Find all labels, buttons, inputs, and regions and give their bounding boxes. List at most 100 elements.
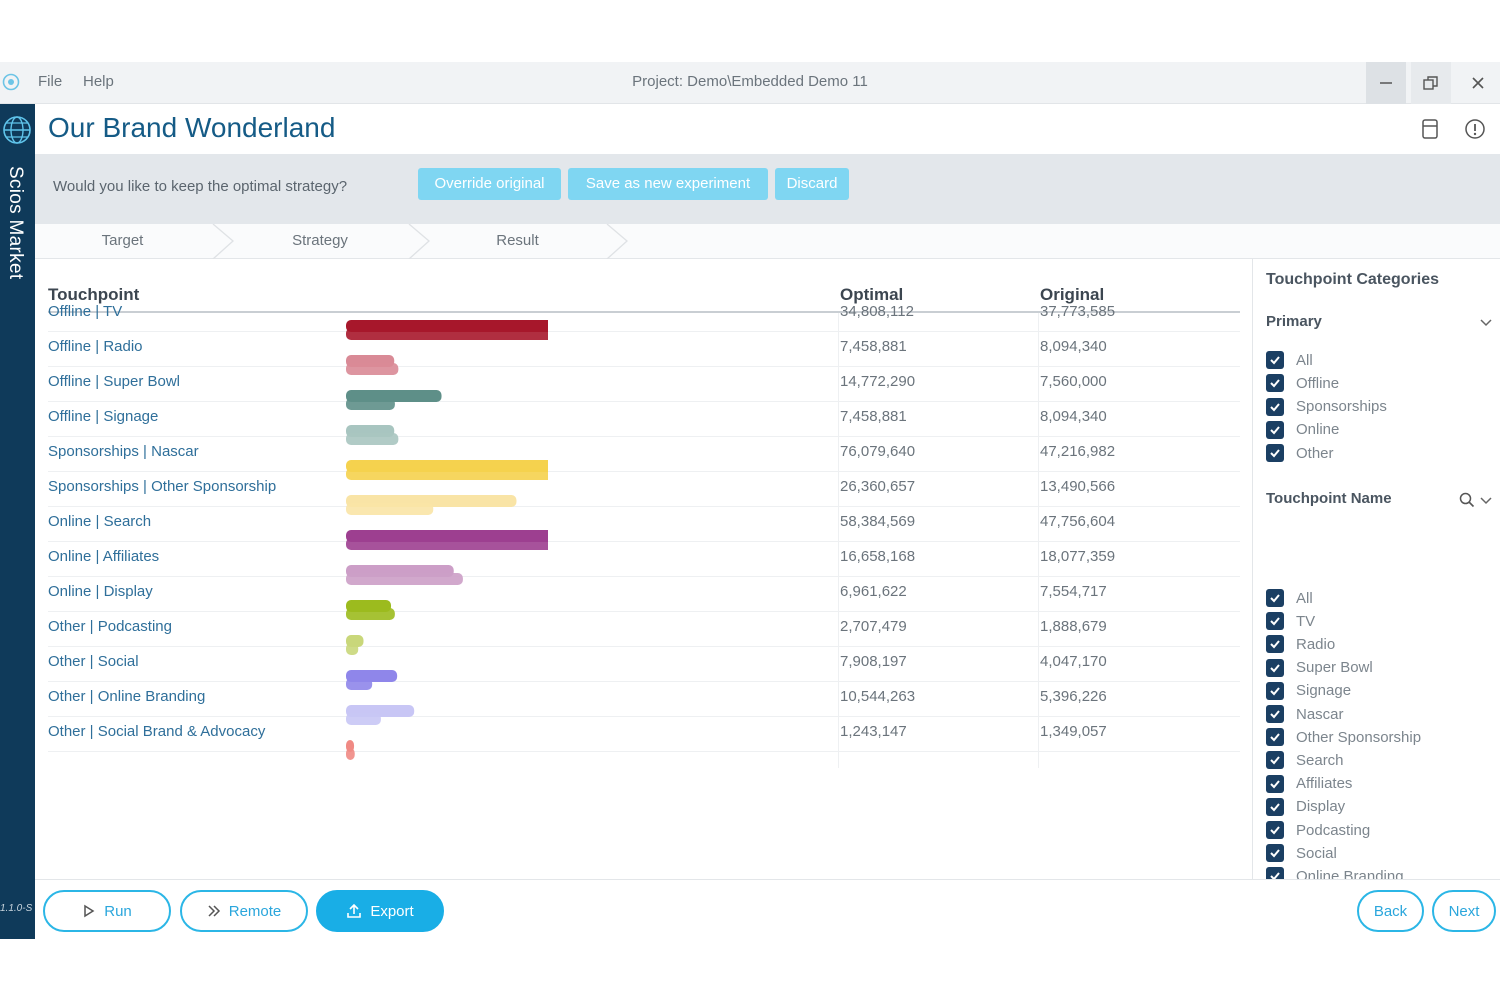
- run-button-label: Run: [104, 902, 132, 920]
- optimal-value: 2,707,479: [840, 618, 907, 635]
- checkbox[interactable]: [1266, 774, 1284, 793]
- original-bar: [346, 678, 373, 690]
- checkbox[interactable]: [1266, 681, 1284, 700]
- footer-bar: Run Remote Export Back Next: [35, 879, 1500, 939]
- checkbox-label: Sponsorships: [1296, 398, 1387, 416]
- step-separator-icon: [606, 224, 628, 259]
- remote-button[interactable]: Remote: [180, 890, 308, 932]
- checkbox[interactable]: [1266, 351, 1284, 369]
- filter-checkbox-row[interactable]: Sponsorships: [1266, 397, 1387, 417]
- export-button[interactable]: Export: [316, 890, 444, 932]
- back-button[interactable]: Back: [1357, 890, 1424, 932]
- filter-checkbox-row[interactable]: Affiliates: [1266, 774, 1352, 794]
- minimize-button[interactable]: [1366, 62, 1406, 104]
- touchpoint-name-section-label: Touchpoint Name: [1266, 490, 1392, 507]
- checkbox[interactable]: [1266, 705, 1284, 723]
- checkbox[interactable]: [1266, 612, 1284, 631]
- filter-checkbox-row[interactable]: Social: [1266, 843, 1337, 863]
- touchpoint-categories-panel: Touchpoint Categories Primary All Offline…: [1252, 259, 1500, 909]
- checkbox[interactable]: [1266, 751, 1284, 770]
- filter-checkbox-row[interactable]: Radio: [1266, 634, 1335, 654]
- minimize-icon: [1380, 82, 1392, 84]
- original-bar: [346, 608, 395, 620]
- filter-checkbox-row[interactable]: All: [1266, 350, 1313, 370]
- optimal-value: 26,360,657: [840, 478, 916, 495]
- next-button[interactable]: Next: [1432, 890, 1496, 932]
- filter-checkbox-row[interactable]: Display: [1266, 797, 1345, 817]
- checkbox-label: Offline: [1296, 374, 1340, 392]
- tab-strategy[interactable]: Strategy: [230, 224, 410, 258]
- optimal-value: 6,961,622: [840, 583, 907, 600]
- check-icon: [1270, 594, 1280, 603]
- original-value: 1,349,057: [1040, 723, 1107, 740]
- close-button[interactable]: [1458, 62, 1498, 104]
- info-icon[interactable]: [1464, 118, 1486, 140]
- globe-logo-icon[interactable]: [1, 114, 33, 146]
- checkbox-label: Online: [1296, 421, 1340, 439]
- checkbox[interactable]: [1266, 397, 1284, 416]
- checkbox[interactable]: [1266, 844, 1284, 863]
- side-rail: Scios Market 1.1.0-S: [0, 104, 35, 939]
- checkbox-label: Radio: [1296, 635, 1336, 653]
- discard-button[interactable]: Discard: [775, 168, 849, 200]
- document-icon[interactable]: [1419, 118, 1441, 140]
- checkbox[interactable]: [1266, 821, 1284, 839]
- checkbox[interactable]: [1266, 797, 1284, 816]
- checkbox[interactable]: [1266, 589, 1284, 607]
- original-bar: [346, 538, 548, 550]
- filter-checkbox-row[interactable]: Search: [1266, 750, 1344, 770]
- checkbox[interactable]: [1266, 420, 1284, 439]
- original-value: 8,094,340: [1040, 338, 1107, 355]
- checkbox[interactable]: [1266, 728, 1284, 747]
- checkbox-label: Other Sponsorship: [1296, 728, 1422, 746]
- restore-button[interactable]: [1411, 62, 1451, 104]
- original-bar: [346, 398, 395, 410]
- original-bar: [346, 713, 381, 725]
- check-icon: [1270, 779, 1280, 789]
- tab-result[interactable]: Result: [425, 224, 610, 258]
- app-name: Scios Market: [5, 166, 26, 280]
- override-original-button[interactable]: Override original: [418, 168, 561, 200]
- checkbox[interactable]: [1266, 635, 1284, 654]
- filter-checkbox-row[interactable]: Super Bowl: [1266, 658, 1373, 678]
- check-icon: [1270, 803, 1280, 812]
- checkbox[interactable]: [1266, 374, 1284, 393]
- chevron-down-icon[interactable]: [1479, 496, 1493, 506]
- title-bar: File Help Project: Demo\Embedded Demo 11: [0, 62, 1500, 104]
- checkbox-label: Podcasting: [1296, 821, 1371, 839]
- optimal-value: 14,772,290: [840, 373, 916, 390]
- search-icon[interactable]: [1459, 492, 1475, 508]
- upload-icon: [347, 903, 362, 918]
- filter-checkbox-row[interactable]: TV: [1266, 611, 1315, 631]
- filter-checkbox-row[interactable]: All: [1266, 588, 1313, 608]
- check-icon: [1270, 663, 1280, 673]
- filter-checkbox-row[interactable]: Online: [1266, 420, 1339, 440]
- filter-checkbox-row[interactable]: Signage: [1266, 681, 1351, 701]
- version-label: 1.1.0-S: [0, 903, 33, 914]
- checkbox-label: TV: [1296, 612, 1316, 630]
- original-value: 37,773,585: [1040, 303, 1116, 320]
- tab-target[interactable]: Target: [35, 224, 210, 258]
- chevron-down-icon[interactable]: [1479, 318, 1493, 328]
- run-button[interactable]: Run: [43, 890, 171, 932]
- checkbox[interactable]: [1266, 444, 1284, 463]
- filter-checkbox-row[interactable]: Other: [1266, 443, 1334, 463]
- checkbox-label: Signage: [1296, 682, 1352, 700]
- checkbox-label: Super Bowl: [1296, 659, 1373, 677]
- original-value: 7,560,000: [1040, 373, 1107, 390]
- filter-checkbox-row[interactable]: Podcasting: [1266, 820, 1370, 840]
- checkbox-label: Social: [1296, 844, 1337, 862]
- close-icon: [1472, 77, 1484, 89]
- optimal-value: 10,544,263: [840, 688, 916, 705]
- original-value: 47,756,604: [1040, 513, 1116, 530]
- save-new-experiment-button[interactable]: Save as new experiment: [568, 168, 768, 200]
- filter-checkbox-row[interactable]: Nascar: [1266, 704, 1344, 724]
- check-icon: [1270, 710, 1280, 719]
- page-title: Our Brand Wonderland: [48, 112, 336, 143]
- filter-checkbox-row[interactable]: Offline: [1266, 373, 1339, 393]
- checkbox[interactable]: [1266, 658, 1284, 677]
- primary-section-label: Primary: [1266, 313, 1322, 330]
- original-value: 1,888,679: [1040, 618, 1107, 635]
- filter-checkbox-row[interactable]: Other Sponsorship: [1266, 727, 1421, 747]
- optimal-value: 58,384,569: [840, 513, 916, 530]
